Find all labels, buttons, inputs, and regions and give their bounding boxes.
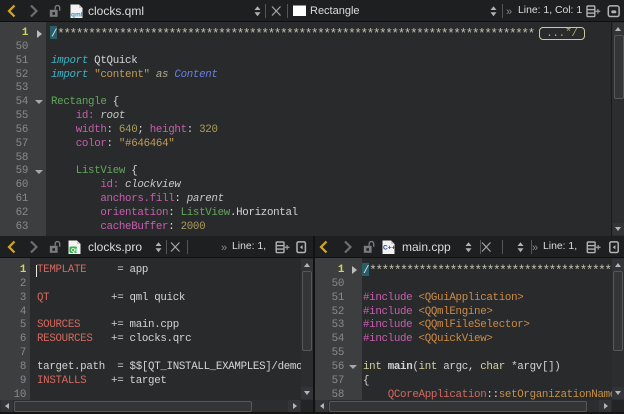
svg-text:Qt: Qt <box>71 248 77 254</box>
svg-text:C++: C++ <box>383 245 395 252</box>
svg-text:»: » <box>532 242 538 254</box>
svg-text:»: » <box>506 6 512 18</box>
svg-text:»: » <box>221 242 227 254</box>
svg-text:qml: qml <box>71 12 83 19</box>
